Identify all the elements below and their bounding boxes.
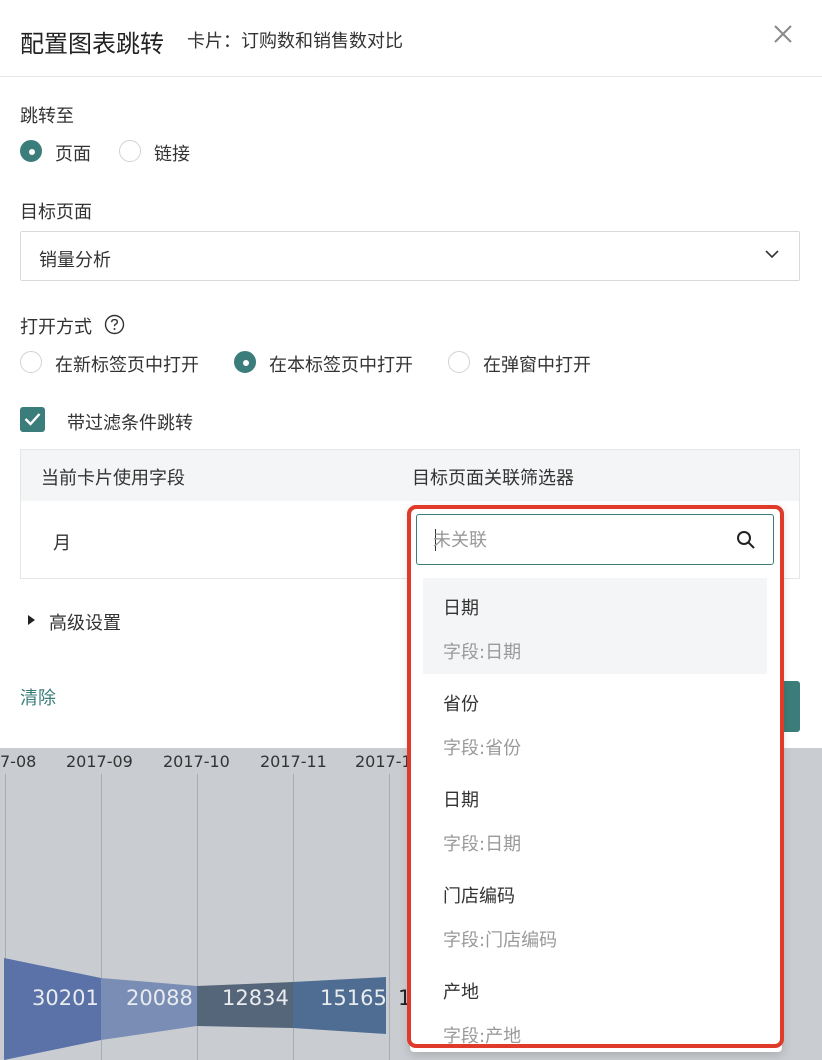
- radio-new-tab-label[interactable]: 在新标签页中打开: [55, 351, 199, 377]
- option-field: 字段:门店编码: [443, 930, 558, 951]
- radio-link[interactable]: [119, 140, 141, 162]
- filter-checkbox[interactable]: [20, 407, 45, 432]
- caret-right-icon[interactable]: [28, 615, 35, 625]
- radio-popup-label[interactable]: 在弹窗中打开: [483, 351, 591, 377]
- option-field: 字段:日期: [443, 834, 522, 855]
- help-icon[interactable]: [104, 314, 125, 335]
- radio-new-tab[interactable]: [20, 351, 42, 373]
- option-title: 门店编码: [443, 886, 515, 907]
- search-box[interactable]: [416, 514, 774, 565]
- radio-link-label[interactable]: 链接: [154, 140, 190, 166]
- data-label: 12834: [222, 986, 289, 1010]
- radio-this-tab-label[interactable]: 在本标签页中打开: [269, 351, 413, 377]
- advanced-settings-toggle[interactable]: 高级设置: [49, 609, 121, 635]
- dialog-header: 配置图表跳转 卡片：订购数和销售数对比: [0, 0, 822, 77]
- column-header: 当前卡片使用字段: [41, 468, 185, 489]
- option-title: 日期: [443, 598, 479, 619]
- radio-this-tab[interactable]: [234, 351, 256, 373]
- open-mode-label: 打开方式: [20, 317, 92, 338]
- search-input[interactable]: [433, 525, 723, 555]
- target-page-label: 目标页面: [20, 202, 92, 223]
- table-cell-field: 月: [53, 533, 71, 554]
- option-title: 省份: [443, 694, 479, 715]
- data-label: 20088: [126, 986, 193, 1010]
- radio-popup[interactable]: [448, 351, 470, 373]
- close-icon[interactable]: [772, 23, 794, 45]
- check-icon: [24, 413, 41, 426]
- dialog-subtitle: 卡片：订购数和销售数对比: [187, 31, 403, 52]
- jump-to-label: 跳转至: [20, 106, 74, 127]
- option-title: 日期: [443, 790, 479, 811]
- search-icon[interactable]: [736, 530, 756, 550]
- dropdown-option[interactable]: 省份 字段:省份: [423, 674, 767, 770]
- column-header: 目标页面关联筛选器: [412, 468, 574, 489]
- data-label: 15165: [320, 986, 387, 1010]
- target-page-value: 销量分析: [39, 250, 111, 271]
- dropdown-option[interactable]: 产地 字段:产地: [423, 962, 767, 1052]
- chevron-down-icon: [765, 250, 779, 259]
- dropdown-option[interactable]: 日期 字段:日期: [423, 578, 767, 674]
- month-tick: 2017-11: [260, 752, 327, 771]
- filter-checkbox-label[interactable]: 带过滤条件跳转: [67, 409, 193, 435]
- option-title: 产地: [443, 982, 479, 1003]
- radio-page[interactable]: [20, 140, 42, 162]
- data-label: 30201: [32, 986, 99, 1010]
- month-tick: 2017-09: [66, 752, 133, 771]
- month-tick: 2017-10: [163, 752, 230, 771]
- option-field: 字段:产地: [443, 1026, 522, 1047]
- month-tick: 7-08: [0, 752, 37, 771]
- dropdown-option[interactable]: 门店编码 字段:门店编码: [423, 866, 767, 962]
- dialog-title: 配置图表跳转: [20, 30, 164, 58]
- filter-dropdown: 日期 字段:日期 省份 字段:省份 日期 字段:日期 门店编码 字段:门店编码 …: [410, 507, 782, 1052]
- option-field: 字段:日期: [443, 642, 522, 663]
- dropdown-option[interactable]: 日期 字段:日期: [423, 770, 767, 866]
- option-field: 字段:省份: [443, 738, 522, 759]
- radio-page-label[interactable]: 页面: [55, 140, 91, 166]
- table-header: 当前卡片使用字段 目标页面关联筛选器: [21, 450, 799, 501]
- clear-button[interactable]: 清除: [20, 684, 56, 710]
- target-page-select[interactable]: 销量分析: [20, 231, 800, 281]
